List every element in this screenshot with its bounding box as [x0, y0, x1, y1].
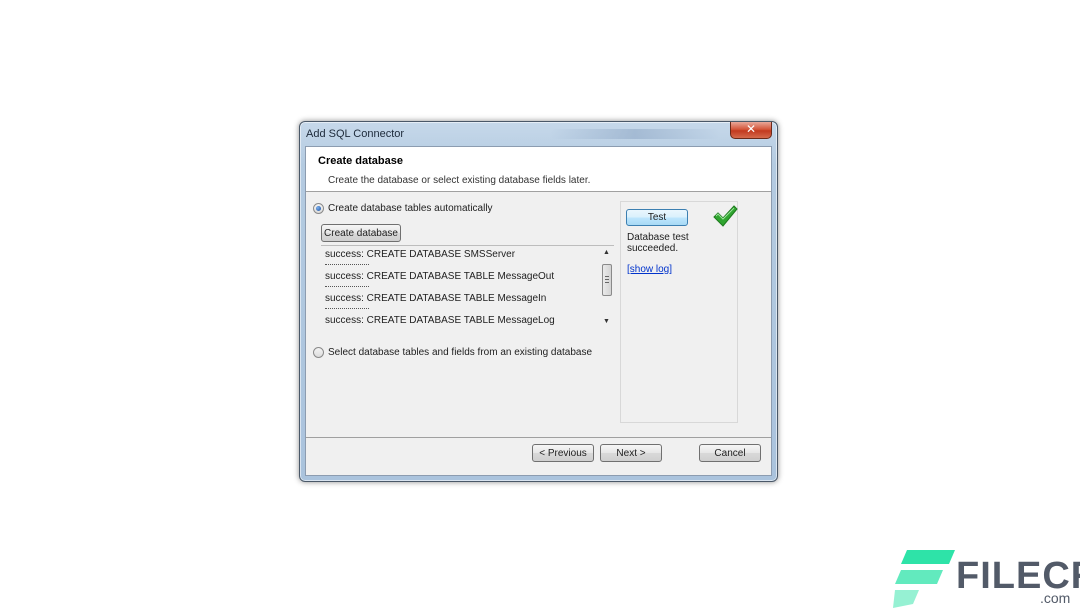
log-separator	[325, 264, 369, 265]
auto-create-label[interactable]: Create database tables automatically	[328, 203, 493, 214]
log-scrollbar[interactable]: ▲ ▼	[600, 246, 614, 329]
add-sql-connector-dialog: Add SQL Connector ✕ Create database Crea…	[299, 121, 778, 482]
show-log-link[interactable]: [show log]	[627, 264, 672, 275]
create-database-button[interactable]: Create database	[321, 224, 401, 242]
existing-db-radio[interactable]	[313, 347, 324, 358]
close-icon: ✕	[745, 122, 757, 136]
title-bar-blur	[550, 129, 720, 139]
log-separator	[325, 308, 369, 309]
check-icon	[713, 205, 738, 227]
previous-button[interactable]: < Previous	[532, 444, 594, 462]
log-line: success: CREATE DATABASE SMSServer	[325, 249, 516, 260]
log-line: success: CREATE DATABASE TABLE MessageLo…	[325, 315, 555, 326]
dialog-client-area: Create database Create the database or s…	[305, 146, 772, 476]
auto-create-radio[interactable]	[313, 203, 324, 214]
test-panel: Test Database test succeeded. [show log]	[620, 201, 738, 423]
watermark-suffix: .com	[1040, 590, 1071, 606]
log-line: success: CREATE DATABASE TABLE MessageIn	[325, 293, 547, 304]
grip-line	[605, 279, 609, 280]
title-bar[interactable]: Add SQL Connector ✕	[300, 122, 777, 146]
log-separator	[325, 286, 369, 287]
scroll-down-icon[interactable]: ▼	[603, 318, 610, 325]
wizard-header: Create database Create the database or s…	[306, 147, 771, 192]
page-title: Create database	[318, 155, 403, 167]
existing-db-label[interactable]: Select database tables and fields from a…	[328, 347, 592, 358]
log-line: success: CREATE DATABASE TABLE MessageOu…	[325, 271, 555, 282]
filecr-logo-icon	[893, 550, 955, 608]
page-subtitle: Create the database or select existing d…	[328, 175, 591, 186]
footer-divider	[306, 437, 771, 438]
grip-line	[605, 282, 609, 283]
next-button[interactable]: Next >	[600, 444, 662, 462]
test-status: Database test succeeded.	[627, 232, 689, 254]
test-button[interactable]: Test	[626, 209, 688, 226]
scrollbar-thumb[interactable]	[602, 264, 612, 296]
close-button[interactable]: ✕	[730, 122, 772, 139]
window-title: Add SQL Connector	[306, 128, 405, 140]
creation-log[interactable]: success: CREATE DATABASE SMSServer succe…	[321, 245, 614, 329]
scroll-up-icon[interactable]: ▲	[603, 249, 610, 256]
cancel-button[interactable]: Cancel	[699, 444, 761, 462]
grip-line	[605, 276, 609, 277]
